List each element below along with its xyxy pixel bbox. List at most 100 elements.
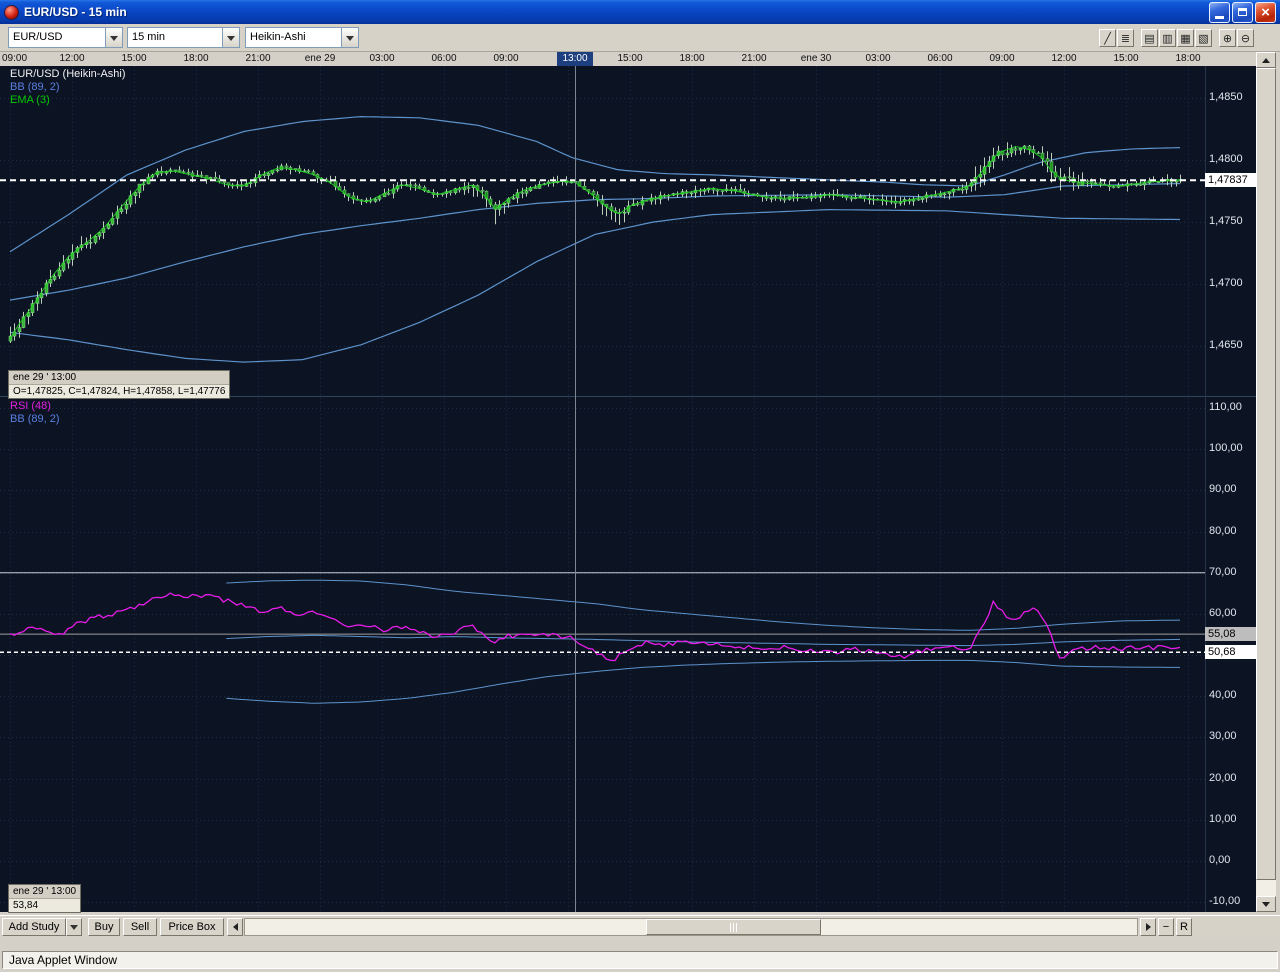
sell-button[interactable]: Sell — [123, 918, 157, 936]
price-box-button[interactable]: Price Box — [160, 918, 224, 936]
window-bottom-strip — [0, 937, 1280, 950]
symbol-select-value: EUR/USD — [9, 28, 105, 47]
bollinger-study-label: BB (89, 2) — [10, 413, 60, 426]
rsi-axis-label: 80,00 — [1209, 525, 1237, 537]
window-title: EUR/USD - 15 min — [24, 5, 127, 19]
time-tick-label: 06:00 — [919, 53, 961, 64]
time-tick-label: 21:00 — [733, 53, 775, 64]
rsi-last-value-tag: 50,68 — [1205, 645, 1256, 659]
rsi-axis-label: 20,00 — [1209, 772, 1237, 784]
titlebar[interactable]: EUR/USD - 15 min × — [0, 0, 1280, 24]
crosshair-time-label: 13:00 — [557, 52, 593, 66]
tooltip-datetime: ene 29 ' 13:00 — [9, 371, 229, 385]
tooltip-rsi-value: 53,84 — [9, 899, 80, 912]
add-study-dropdown-button[interactable] — [66, 918, 82, 936]
symbol-select-arrow[interactable] — [105, 28, 122, 47]
maximize-icon — [1238, 8, 1247, 16]
time-tick-label: ene 30 — [795, 53, 837, 64]
rsi-panel-legend: RSI (48) BB (89, 2) — [10, 400, 60, 426]
draw-line-icon[interactable]: ╱ — [1099, 29, 1116, 47]
interval-select-arrow[interactable] — [222, 28, 239, 47]
close-icon: × — [1261, 5, 1270, 20]
interval-select[interactable]: 15 min — [127, 27, 240, 48]
maximize-button[interactable] — [1232, 2, 1253, 23]
chart-area: EUR/USD (Heikin-Ashi) BB (89, 2) EMA (3)… — [0, 66, 1256, 912]
grip-icon — [736, 923, 737, 932]
layout-single-icon[interactable]: ▤ — [1141, 29, 1158, 47]
symbol-select[interactable]: EUR/USD — [8, 27, 123, 48]
symbol-study-label: EUR/USD (Heikin-Ashi) — [10, 68, 126, 81]
zoom-out-button[interactable]: − — [1158, 918, 1174, 936]
chart-style-select-arrow[interactable] — [341, 28, 358, 47]
chart-style-select[interactable]: Heikin-Ashi — [245, 27, 359, 48]
add-study-button[interactable]: Add Study — [2, 918, 66, 936]
price-axis-label: 1,4850 — [1209, 91, 1243, 103]
time-tick-label: 09:00 — [2, 53, 44, 64]
time-tick-label: 03:00 — [857, 53, 899, 64]
horizontal-scrollbar-thumb[interactable] — [646, 919, 821, 935]
chart-canvas[interactable] — [0, 66, 1256, 912]
tooltip-ohlc: O=1,47825, C=1,47824, H=1,47858, L=1,477… — [9, 385, 229, 398]
layout-grid4-icon[interactable]: ▧ — [1195, 29, 1212, 47]
layout-grid3-icon[interactable]: ▦ — [1177, 29, 1194, 47]
scroll-up-button[interactable] — [1256, 52, 1276, 68]
minimize-button[interactable] — [1209, 2, 1230, 23]
time-tick-label: 18:00 — [175, 53, 217, 64]
rsi-axis-label: 100,00 — [1209, 442, 1243, 454]
bottom-toolbar: Add Study Buy Sell Price Box − R — [0, 915, 1280, 937]
scroll-right-button[interactable] — [1140, 918, 1156, 936]
toolbar: EUR/USD 15 min Heikin-Ashi ╱≣ ▤▥▦▧ ⊕⊖ — [0, 24, 1280, 52]
vertical-scrollbar[interactable] — [1256, 52, 1276, 912]
grip-icon — [730, 923, 731, 932]
indicators-icon[interactable]: ≣ — [1117, 29, 1134, 47]
rsi-crosshair-tooltip: ene 29 ' 13:00 53,84 — [8, 884, 81, 913]
last-price-tag: 1,47837 — [1205, 173, 1256, 187]
layout-split-icon[interactable]: ▥ — [1159, 29, 1176, 47]
time-tick-label: 09:00 — [981, 53, 1023, 64]
time-tick-label: 15:00 — [1105, 53, 1147, 64]
status-text: Java Applet Window — [2, 951, 1278, 969]
rsi-axis-label: 70,00 — [1209, 566, 1237, 578]
rsi-axis-label: 30,00 — [1209, 730, 1237, 742]
time-tick-label: 09:00 — [485, 53, 527, 64]
minimize-icon — [1215, 16, 1224, 19]
status-bar: Java Applet Window — [0, 950, 1280, 972]
rsi-axis-label: 60,00 — [1209, 607, 1237, 619]
time-tick-label: 03:00 — [361, 53, 403, 64]
zoom-in-icon[interactable]: ⊕ — [1219, 29, 1236, 47]
arrow-right-icon — [1146, 923, 1155, 931]
arrow-down-icon — [1262, 902, 1270, 911]
scroll-left-button[interactable] — [227, 918, 243, 936]
chevron-down-icon — [227, 36, 235, 45]
rsi-axis-label: 40,00 — [1209, 689, 1237, 701]
vertical-scrollbar-thumb[interactable] — [1256, 68, 1276, 880]
rsi-level-tag: 55,08 — [1205, 627, 1256, 641]
close-button[interactable]: × — [1255, 2, 1276, 23]
tooltip-datetime: ene 29 ' 13:00 — [9, 885, 80, 899]
interval-select-value: 15 min — [128, 28, 222, 47]
price-axis-label: 1,4700 — [1209, 277, 1243, 289]
horizontal-scrollbar[interactable] — [244, 918, 1138, 936]
rsi-axis-label: 110,00 — [1209, 401, 1242, 413]
rsi-axis-label: 10,00 — [1209, 813, 1237, 825]
buy-button[interactable]: Buy — [88, 918, 120, 936]
reset-button[interactable]: R — [1176, 918, 1192, 936]
rsi-study-label: RSI (48) — [10, 400, 60, 413]
rsi-axis-label: 90,00 — [1209, 483, 1237, 495]
ema-study-label: EMA (3) — [10, 94, 126, 107]
window-controls: × — [1209, 2, 1280, 23]
price-axis-label: 1,4650 — [1209, 339, 1243, 351]
scroll-down-button[interactable] — [1256, 896, 1276, 912]
main-panel-legend: EUR/USD (Heikin-Ashi) BB (89, 2) EMA (3) — [10, 68, 126, 107]
time-tick-label: ene 29 — [299, 53, 341, 64]
application-window: { "window": { "title": "EUR/USD - 15 min… — [0, 0, 1280, 972]
zoom-out-icon[interactable]: ⊖ — [1237, 29, 1254, 47]
chart-style-select-value: Heikin-Ashi — [246, 28, 341, 47]
time-tick-label: 12:00 — [1043, 53, 1085, 64]
arrow-left-icon — [229, 923, 238, 931]
time-tick-label: 15:00 — [609, 53, 651, 64]
time-tick-label: 12:00 — [51, 53, 93, 64]
main-crosshair-tooltip: ene 29 ' 13:00 O=1,47825, C=1,47824, H=1… — [8, 370, 230, 399]
time-tick-label: 15:00 — [113, 53, 155, 64]
time-tick-label: 21:00 — [237, 53, 279, 64]
